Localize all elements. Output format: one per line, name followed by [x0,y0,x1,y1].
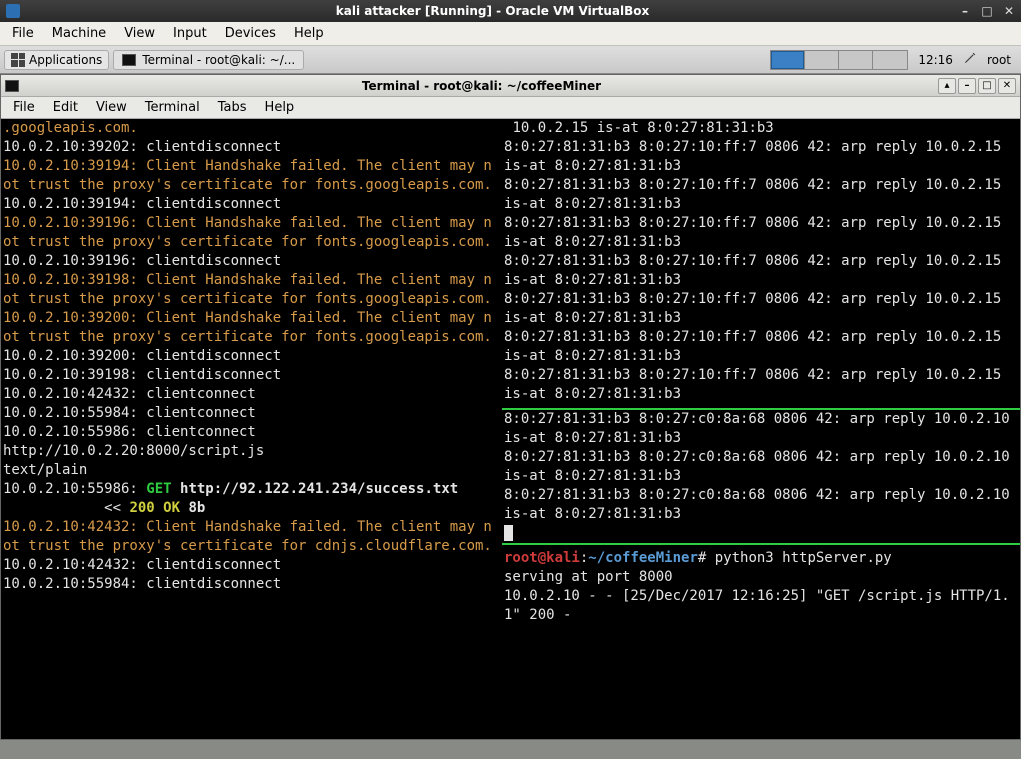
color-picker-icon[interactable] [963,51,977,68]
panel-user[interactable]: root [981,53,1017,67]
log-line: 10.0.2.10:55984: clientconnect [3,405,256,421]
log-line: 10.0.2.10:55984: clientdisconnect [3,576,281,592]
menu-machine[interactable]: Machine [44,24,114,43]
term-menu-tabs[interactable]: Tabs [210,99,255,116]
log-line: 10.0.2.10:39194: Client Handshake failed… [3,158,492,193]
log-line: 10.0.2.10:42432: Client Handshake failed… [3,519,492,554]
http-status: 200 OK [129,500,180,516]
terminal-icon [5,80,19,92]
menu-file[interactable]: File [4,24,42,43]
workspace-switcher [770,50,908,70]
terminal-window: Terminal - root@kali: ~/coffeeMiner ▴ – … [0,74,1021,740]
log-line: 8:0:27:81:31:b3 8:0:27:c0:8a:68 0806 42:… [504,449,1018,484]
log-line: 10.0.2.10:39196: clientdisconnect [3,253,281,269]
xfce-panel: Applications Terminal - root@kali: ~/...… [0,46,1021,74]
workspace-4[interactable] [873,51,907,69]
close-button[interactable]: ✕ [998,78,1016,94]
term-menu-terminal[interactable]: Terminal [137,99,208,116]
log-line: 8:0:27:81:31:b3 8:0:27:10:ff:7 0806 42: … [504,139,1010,174]
log-line: 10.0.2.10:39198: clientdisconnect [3,367,281,383]
log-line: .googleapis.com. [3,120,138,136]
menu-help[interactable]: Help [286,24,332,43]
terminal-title: Terminal - root@kali: ~/coffeeMiner [25,79,938,93]
log-line: 10.0.2.10:39200: Client Handshake failed… [3,310,492,345]
log-line: 8:0:27:81:31:b3 8:0:27:10:ff:7 0806 42: … [504,177,1010,212]
http-url: http://92.122.241.234/success.txt [172,481,459,497]
close-button[interactable]: ✕ [1003,5,1015,17]
menu-devices[interactable]: Devices [217,24,284,43]
virtualbox-titlebar: kali attacker [Running] - Oracle VM Virt… [0,0,1021,22]
workspace-2[interactable] [805,51,839,69]
task-title: Terminal - root@kali: ~/... [142,53,295,67]
maximize-button[interactable]: □ [981,5,993,17]
log-line: 10.0.2.15 is-at 8:0:27:81:31:b3 [504,120,774,136]
workspace-1[interactable] [771,51,805,69]
panel-clock[interactable]: 12:16 [912,53,959,67]
term-menu-edit[interactable]: Edit [45,99,86,116]
log-line: 10.0.2.10:42432: clientdisconnect [3,557,281,573]
log-line: 10.0.2.10 - - [25/Dec/2017 12:16:25] "GE… [504,588,1010,623]
menu-input[interactable]: Input [165,24,215,43]
window-title: kali attacker [Running] - Oracle VM Virt… [26,4,959,18]
menu-view[interactable]: View [116,24,163,43]
tmux-pane-httpserver[interactable]: root@kali:~/coffeeMiner# python3 httpSer… [502,549,1020,739]
applications-icon [11,53,25,67]
log-line: 8:0:27:81:31:b3 8:0:27:10:ff:7 0806 42: … [504,253,1010,288]
minimize-button[interactable]: – [959,5,971,17]
maximize-button[interactable]: □ [978,78,996,94]
term-menu-help[interactable]: Help [257,99,303,116]
prompt-hash: # [698,550,715,566]
command-text: python3 httpServer.py [715,550,892,566]
taskbar-terminal[interactable]: Terminal - root@kali: ~/... [113,50,304,70]
terminal-body[interactable]: .googleapis.com. 10.0.2.10:39202: client… [1,119,1020,739]
tmux-pane-arpspoof-mid[interactable]: 8:0:27:81:31:b3 8:0:27:c0:8a:68 0806 42:… [502,408,1020,545]
log-line: 8:0:27:81:31:b3 8:0:27:10:ff:7 0806 42: … [504,215,1010,250]
virtualbox-menubar: File Machine View Input Devices Help [0,22,1021,46]
virtualbox-icon [6,4,20,18]
shade-button[interactable]: ▴ [938,78,956,94]
log-line: 10.0.2.10:39200: clientdisconnect [3,348,281,364]
minimize-button[interactable]: – [958,78,976,94]
log-line: 10.0.2.10:39194: clientdisconnect [3,196,281,212]
log-line: serving at port 8000 [504,569,673,585]
log-line: text/plain [3,462,87,478]
log-line: 8:0:27:81:31:b3 8:0:27:10:ff:7 0806 42: … [504,367,1010,402]
request-prefix: 10.0.2.10:55986: [3,481,146,497]
tmux-pane-mitmproxy[interactable]: .googleapis.com. 10.0.2.10:39202: client… [1,119,501,739]
log-line: 10.0.2.10:55986: clientconnect [3,424,256,440]
terminal-menubar: File Edit View Terminal Tabs Help [1,97,1020,119]
log-line: 10.0.2.10:39198: Client Handshake failed… [3,272,492,307]
guest-screen: Applications Terminal - root@kali: ~/...… [0,46,1021,759]
terminal-icon [122,54,136,66]
resp-size: 8b [180,500,205,516]
prompt-user: root@kali [504,550,580,566]
log-line: 10.0.2.10:39196: Client Handshake failed… [3,215,492,250]
cursor [504,525,513,541]
term-menu-view[interactable]: View [88,99,135,116]
applications-label: Applications [29,53,102,67]
response-arrow: << [3,500,129,516]
term-menu-file[interactable]: File [5,99,43,116]
log-line: 8:0:27:81:31:b3 8:0:27:10:ff:7 0806 42: … [504,291,1010,326]
log-line: 8:0:27:81:31:b3 8:0:27:c0:8a:68 0806 42:… [504,411,1018,446]
http-method: GET [146,481,171,497]
log-line: http://10.0.2.20:8000/script.js [3,443,264,459]
tmux-pane-arpspoof-top[interactable]: 10.0.2.15 is-at 8:0:27:81:31:b3 8:0:27:8… [502,119,1020,404]
log-line: 10.0.2.10:39202: clientdisconnect [3,139,281,155]
log-line: 10.0.2.10:42432: clientconnect [3,386,256,402]
log-line: 8:0:27:81:31:b3 8:0:27:10:ff:7 0806 42: … [504,329,1010,364]
workspace-3[interactable] [839,51,873,69]
applications-menu[interactable]: Applications [4,50,109,70]
prompt-path: ~/coffeeMiner [588,550,698,566]
log-line: 8:0:27:81:31:b3 8:0:27:c0:8a:68 0806 42:… [504,487,1018,522]
terminal-titlebar[interactable]: Terminal - root@kali: ~/coffeeMiner ▴ – … [1,75,1020,97]
